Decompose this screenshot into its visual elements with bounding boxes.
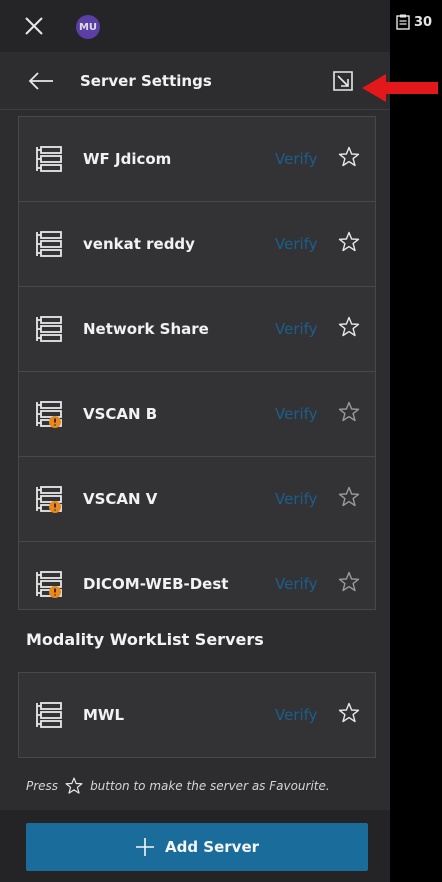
server-settings-panel: MU Server Settings WF Jdicom Verify venkat…: [0, 0, 390, 882]
favourite-star-icon[interactable]: [337, 145, 361, 169]
verify-button[interactable]: Verify: [275, 235, 318, 253]
close-icon[interactable]: [22, 14, 46, 38]
avatar[interactable]: MU: [76, 15, 100, 39]
verify-button[interactable]: Verify: [275, 320, 318, 338]
favourite-star-icon[interactable]: [337, 230, 361, 254]
server-warning-icon: [36, 486, 62, 513]
server-icon: [36, 316, 62, 342]
server-name: MWL: [83, 706, 125, 724]
server-name: VSCAN V: [83, 490, 158, 508]
modality-section-title: Modality WorkList Servers: [26, 630, 264, 649]
verify-button[interactable]: Verify: [275, 575, 318, 593]
modality-servers-list: MWL Verify: [18, 672, 376, 758]
server-row[interactable]: VSCAN V Verify: [19, 457, 375, 542]
notification-badge[interactable]: 30: [396, 14, 432, 30]
server-warning-icon: [36, 401, 62, 428]
server-icon: [36, 702, 62, 728]
favourite-star-icon[interactable]: [337, 701, 361, 725]
favourite-hint: Press button to make the server as Favou…: [26, 776, 330, 796]
badge-count: 30: [414, 14, 433, 30]
favourite-star-icon[interactable]: [337, 400, 361, 424]
server-row[interactable]: venkat reddy Verify: [19, 202, 375, 287]
verify-button[interactable]: Verify: [275, 490, 318, 508]
clipboard-icon: [396, 14, 410, 30]
server-name: venkat reddy: [83, 235, 195, 253]
server-name: WF Jdicom: [83, 150, 172, 168]
favourite-star-icon[interactable]: [337, 485, 361, 509]
favourite-star-icon[interactable]: [337, 315, 361, 339]
add-server-button[interactable]: Add Server: [26, 823, 368, 871]
servers-list: WF Jdicom Verify venkat reddy Verify Network…: [18, 116, 376, 610]
star-icon: [65, 777, 83, 794]
server-row[interactable]: VSCAN B Verify: [19, 372, 375, 457]
server-warning-icon: [36, 571, 62, 598]
page-header: Server Settings: [0, 52, 390, 110]
verify-button[interactable]: Verify: [275, 405, 318, 423]
annotation-arrow: [362, 74, 438, 102]
server-row[interactable]: MWL Verify: [19, 673, 375, 757]
server-icon: [36, 231, 62, 257]
top-bar: MU: [0, 0, 390, 52]
page-title: Server Settings: [80, 72, 212, 90]
right-strip: 30: [390, 0, 442, 882]
hint-suffix: button to make the server as Favourite.: [90, 779, 330, 793]
hint-prefix: Press: [26, 779, 59, 793]
server-row[interactable]: DICOM-WEB-Dest Verify: [19, 542, 375, 627]
add-server-label: Add Server: [164, 838, 260, 856]
server-name: DICOM-WEB-Dest: [83, 575, 229, 593]
back-arrow-icon[interactable]: [28, 71, 54, 91]
verify-button[interactable]: Verify: [275, 150, 318, 168]
export-icon[interactable]: [330, 68, 356, 94]
server-icon: [36, 146, 62, 172]
favourite-star-icon[interactable]: [337, 570, 361, 594]
server-name: Network Share: [83, 320, 209, 338]
server-name: VSCAN B: [83, 405, 158, 423]
verify-button[interactable]: Verify: [275, 706, 318, 724]
plus-icon: [135, 838, 154, 856]
server-row[interactable]: WF Jdicom Verify: [19, 117, 375, 202]
server-row[interactable]: Network Share Verify: [19, 287, 375, 372]
